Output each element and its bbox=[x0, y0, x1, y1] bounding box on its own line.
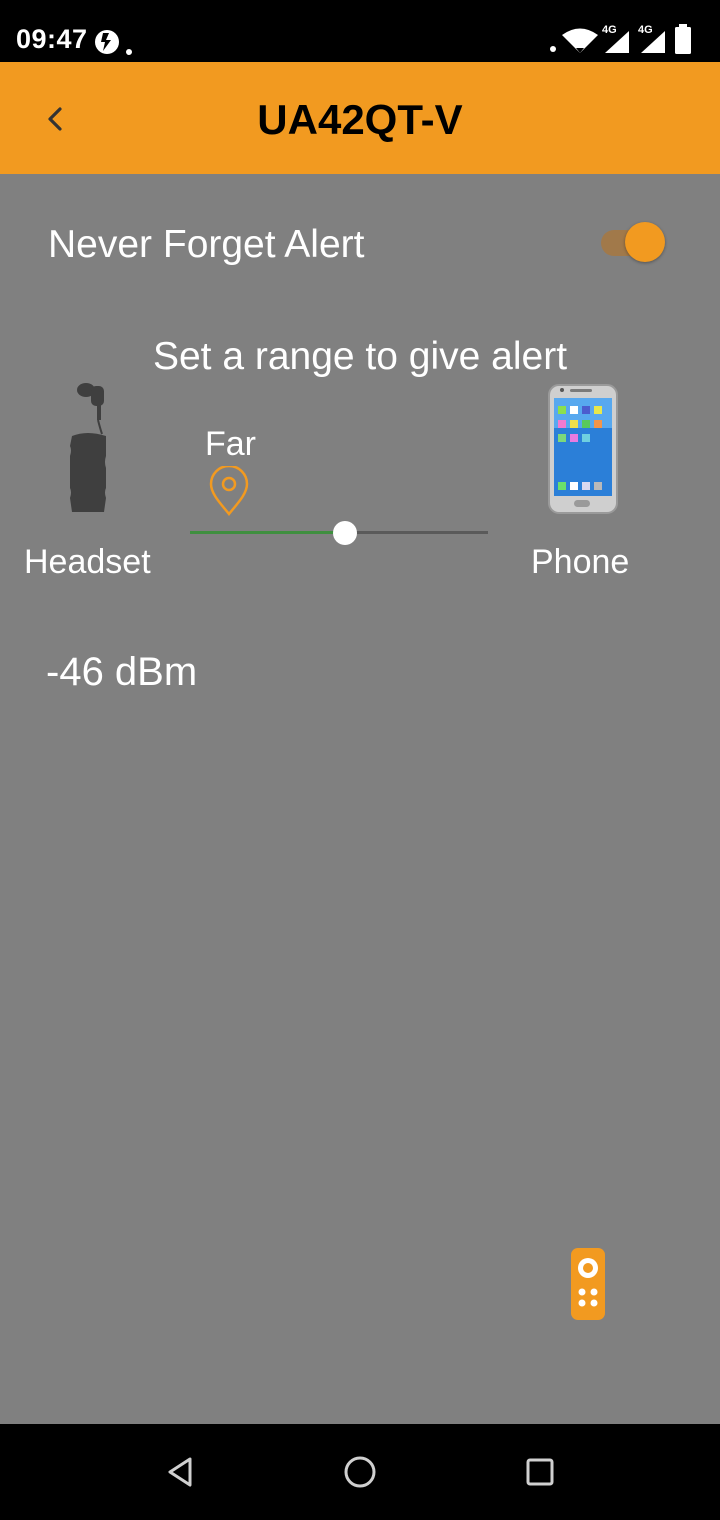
signal-strength-value: -46 dBm bbox=[46, 650, 198, 694]
never-forget-alert-label: Never Forget Alert bbox=[48, 223, 365, 266]
battery-icon bbox=[675, 24, 691, 54]
app-notification-icon bbox=[94, 27, 134, 62]
far-marker-label: Far bbox=[205, 425, 256, 463]
circle-home-icon[interactable] bbox=[338, 1450, 382, 1494]
triangle-back-icon[interactable] bbox=[158, 1450, 202, 1494]
status-time: 09:47 bbox=[16, 24, 88, 54]
headset-label: Headset bbox=[24, 543, 151, 581]
square-recent-icon[interactable] bbox=[518, 1450, 562, 1494]
remote-control-icon[interactable] bbox=[570, 1247, 606, 1321]
app-bar: UA42QT-V bbox=[0, 62, 720, 174]
never-forget-alert-toggle[interactable] bbox=[599, 221, 667, 265]
phone-label: Phone bbox=[531, 543, 630, 581]
notification-dot-icon bbox=[550, 46, 556, 52]
phone-image bbox=[548, 384, 618, 514]
page-title: UA42QT-V bbox=[257, 96, 463, 143]
range-title: Set a range to give alert bbox=[152, 335, 568, 378]
cell-signal-icon-2 bbox=[641, 31, 665, 53]
toggle-thumb bbox=[625, 222, 665, 262]
cell-signal-icon-1 bbox=[605, 31, 629, 53]
status-icons: 4G 4G bbox=[546, 24, 706, 56]
headset-image bbox=[70, 383, 106, 512]
slider-fill bbox=[190, 531, 345, 534]
wifi-icon bbox=[562, 28, 598, 53]
location-pin-icon bbox=[209, 466, 249, 516]
status-bar: 09:47 4G 4G bbox=[0, 0, 720, 62]
range-slider[interactable] bbox=[190, 517, 488, 549]
slider-thumb[interactable] bbox=[333, 521, 357, 545]
system-navigation-bar bbox=[0, 1424, 720, 1520]
